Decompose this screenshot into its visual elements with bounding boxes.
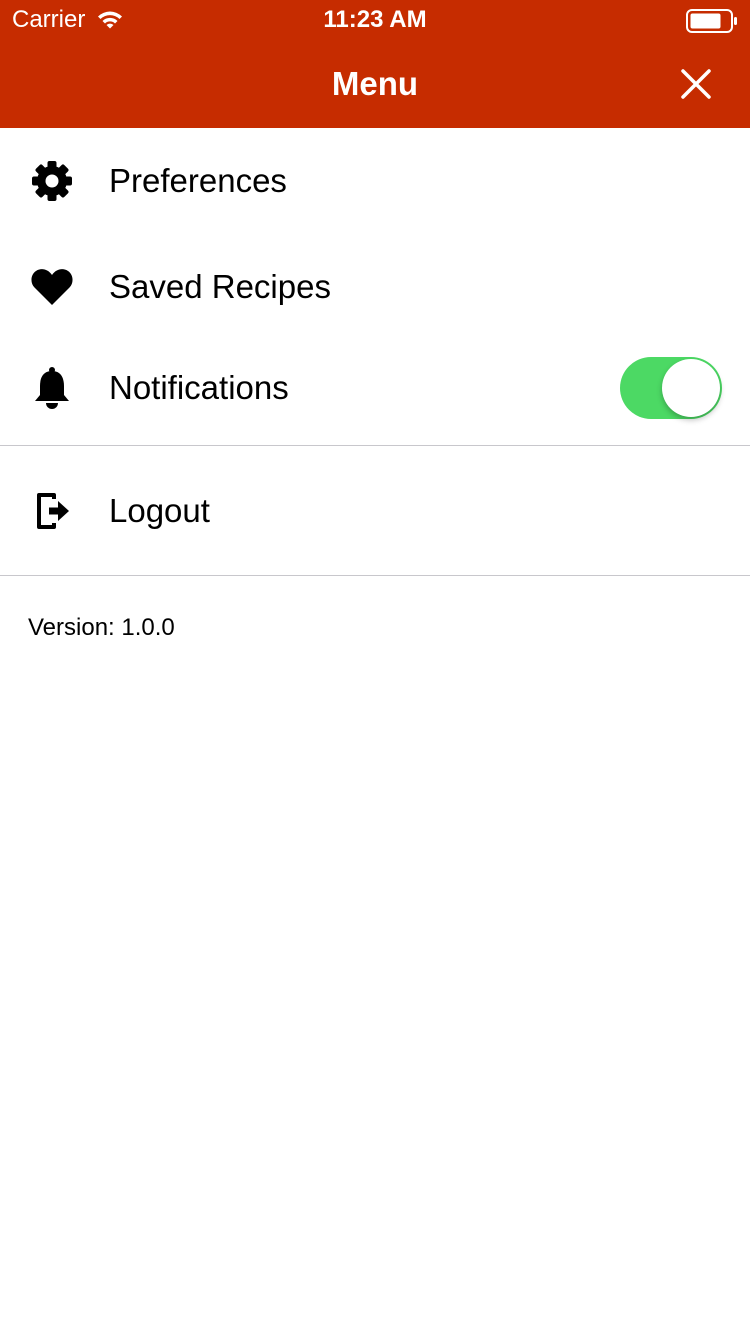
page-title: Menu <box>331 65 419 102</box>
menu-item-saved-recipes[interactable]: Saved Recipes <box>0 234 750 340</box>
nav-header: Carrier 11:23 AM Menu <box>0 0 750 128</box>
divider <box>0 575 750 576</box>
battery-icon <box>686 9 737 33</box>
menu-label-notifications: Notifications <box>109 369 289 406</box>
menu-item-notifications: Notifications <box>0 340 750 436</box>
notifications-toggle[interactable] <box>620 357 722 419</box>
gear-icon <box>30 159 74 203</box>
status-time: 11:23 AM <box>323 6 427 33</box>
version-label: Version: 1.0.0 <box>28 614 175 641</box>
logout-icon <box>30 489 74 533</box>
menu-label-saved-recipes: Saved Recipes <box>109 268 331 305</box>
status-bar: Carrier 11:23 AM <box>0 0 750 40</box>
menu-item-preferences[interactable]: Preferences <box>0 128 750 234</box>
menu-item-logout[interactable]: Logout <box>0 446 750 575</box>
bell-icon <box>30 366 74 410</box>
menu-label-logout: Logout <box>109 491 210 529</box>
menu-label-preferences: Preferences <box>109 162 287 199</box>
close-button[interactable] <box>668 56 724 112</box>
toggle-knob <box>662 359 720 417</box>
heart-icon <box>30 265 74 309</box>
close-icon <box>681 69 711 99</box>
